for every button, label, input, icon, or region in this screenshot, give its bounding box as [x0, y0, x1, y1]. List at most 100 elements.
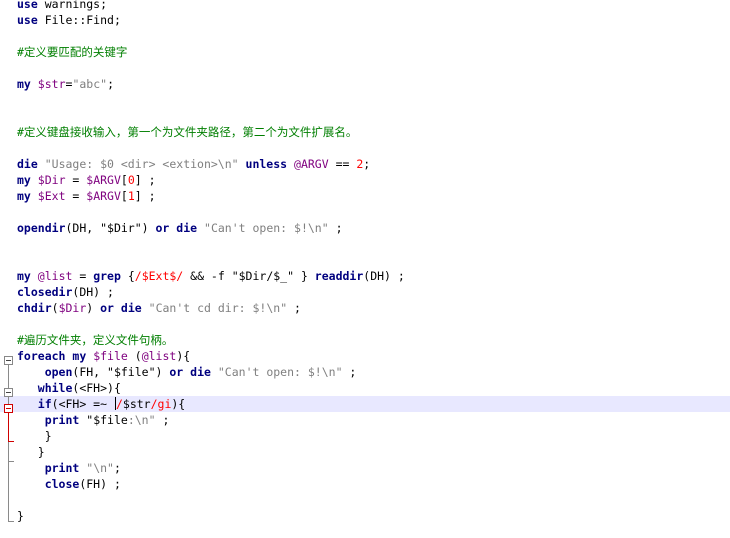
code-line[interactable]: chdir($Dir) or die "Can't cd dir: $!\n" … — [0, 300, 730, 316]
code-line[interactable]: } — [0, 428, 730, 444]
code-line[interactable] — [0, 204, 730, 220]
fold-end-active — [8, 441, 14, 442]
token-plain: && -f — [183, 269, 232, 283]
token-plain: ; — [155, 413, 170, 427]
token-keyword: print — [44, 413, 80, 427]
code-line[interactable] — [0, 492, 730, 508]
code-line[interactable]: my $Ext = $ARGV[1] ; — [0, 188, 730, 204]
code-line-text: my $str="abc"; — [17, 76, 114, 92]
code-line[interactable]: } — [0, 508, 730, 524]
code-line[interactable]: use File::Find; — [0, 12, 730, 28]
fold-toggle-foreach-icon[interactable] — [4, 356, 13, 365]
code-line[interactable]: use warnings; — [0, 0, 730, 12]
token-comment: #遍历文件夹，定义文件句柄。 — [17, 333, 174, 347]
token-regex: /$Ext$/ — [134, 269, 184, 283]
code-line[interactable]: open(FH, "$file") or die "Can't open: $!… — [0, 364, 730, 380]
code-line[interactable] — [0, 28, 730, 44]
code-line[interactable]: my $str="abc"; — [0, 76, 730, 92]
token-plain: ; — [328, 221, 343, 235]
fold-line-active — [8, 413, 9, 441]
token-plain: ) — [141, 221, 156, 235]
token-keyword: while — [37, 381, 73, 395]
code-line[interactable]: #定义键盘接收输入，第一个为文件夹路径，第二个为文件扩展名。 — [0, 124, 730, 140]
token-plain: ){ — [171, 397, 186, 411]
code-line[interactable] — [0, 108, 730, 124]
token-number: 1 — [127, 189, 135, 203]
token-keyword: or — [155, 221, 170, 235]
token-plain: $str — [122, 397, 151, 411]
token-keyword: if — [37, 397, 52, 411]
token-plain: (FH, — [72, 365, 108, 379]
code-line[interactable]: my @list = grep {/$Ext$/ && -f "$Dir/$_"… — [0, 268, 730, 284]
code-line-text: my $Dir = $ARGV[0] ; — [17, 172, 156, 188]
token-plain: ( — [127, 349, 142, 363]
code-editor[interactable]: use warnings; use File::Find;#定义要匹配的关键字my… — [0, 0, 730, 538]
token-plain: "$Dir/$_" — [231, 269, 295, 283]
code-line[interactable]: #遍历文件夹，定义文件句柄。 — [0, 332, 730, 348]
token-plain: ) — [86, 301, 101, 315]
token-plain: ) — [155, 365, 170, 379]
code-line[interactable]: print "\n"; — [0, 460, 730, 476]
token-keyword: my — [17, 269, 31, 283]
code-line[interactable] — [0, 236, 730, 252]
code-line[interactable]: my $Dir = $ARGV[0] ; — [0, 172, 730, 188]
code-line[interactable]: while(<FH>){ — [0, 380, 730, 396]
fold-toggle-if-icon[interactable] — [4, 404, 13, 413]
code-line[interactable] — [0, 140, 730, 156]
token-plain: } — [17, 429, 52, 443]
token-plain: ; — [363, 157, 371, 171]
token-variable: $str — [37, 77, 66, 91]
token-variable: $ARGV — [86, 189, 121, 203]
token-variable: @list — [141, 349, 177, 363]
code-line-text: } — [17, 444, 45, 460]
fold-end — [8, 521, 14, 522]
token-plain: ; — [342, 365, 357, 379]
token-regex: / — [115, 397, 123, 411]
token-keyword: die — [176, 221, 198, 235]
token-keyword: grep — [93, 269, 121, 283]
code-line[interactable] — [0, 92, 730, 108]
code-line[interactable] — [0, 316, 730, 332]
code-line-text: my $Ext = $ARGV[1] ; — [17, 188, 156, 204]
code-line[interactable]: closedir(DH) ; — [0, 284, 730, 300]
token-plain: "$Dir" — [100, 221, 142, 235]
token-string: :\n" — [127, 413, 156, 427]
token-plain: warnings; — [37, 0, 108, 11]
token-plain: (DH) ; — [363, 269, 405, 283]
code-line[interactable]: print "$file:\n" ; — [0, 412, 730, 428]
code-line[interactable]: close(FH) ; — [0, 476, 730, 492]
token-plain: } — [17, 509, 24, 523]
code-line[interactable] — [0, 60, 730, 76]
code-line[interactable]: foreach my $file (@list){ — [0, 348, 730, 364]
token-plain: ( — [51, 301, 59, 315]
code-line[interactable]: #定义要匹配的关键字 — [0, 44, 730, 60]
token-variable: $file — [93, 349, 128, 363]
code-line-text: print "$file:\n" ; — [17, 412, 170, 428]
token-plain: ; — [113, 461, 121, 475]
code-line[interactable]: die "Usage: $0 <dir> <extion>\n" unless … — [0, 156, 730, 172]
token-keyword: chdir — [17, 301, 52, 315]
token-plain: { — [120, 269, 135, 283]
token-variable: $Dir — [58, 301, 87, 315]
code-line-text: } — [17, 428, 52, 444]
code-line[interactable]: opendir(DH, "$Dir") or die "Can't open: … — [0, 220, 730, 236]
code-line-text: #定义要匹配的关键字 — [17, 44, 127, 60]
fold-toggle-while-icon[interactable] — [4, 388, 13, 397]
token-keyword: foreach — [17, 349, 66, 363]
code-line[interactable]: if(<FH> =~ /$str/gi){ — [0, 396, 730, 412]
code-line-text: die "Usage: $0 <dir> <extion>\n" unless … — [17, 156, 370, 172]
code-line-text: use warnings; — [17, 0, 107, 12]
token-plain: ] ; — [134, 173, 156, 187]
code-line[interactable] — [0, 252, 730, 268]
code-line[interactable]: } — [0, 444, 730, 460]
token-keyword: die — [17, 157, 38, 171]
